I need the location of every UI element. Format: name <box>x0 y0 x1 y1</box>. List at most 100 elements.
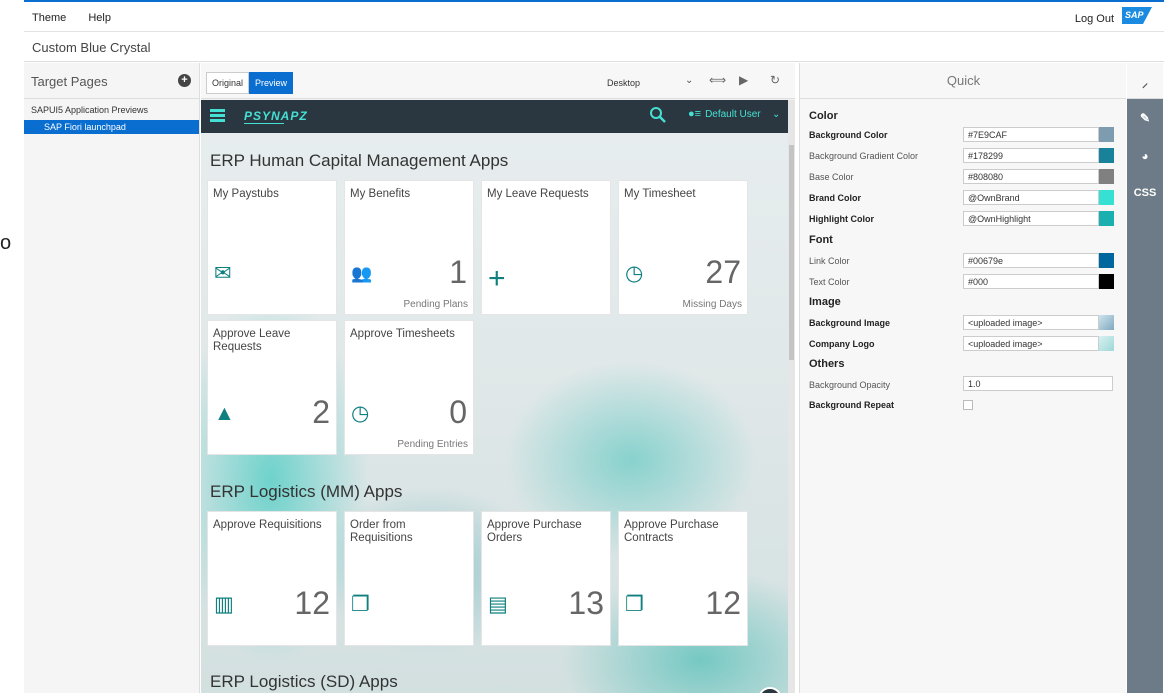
swatch-background-gradient-color[interactable] <box>1099 148 1114 163</box>
add-icon[interactable]: + <box>178 74 191 87</box>
tab-preview[interactable]: Preview <box>249 72 294 94</box>
swatch-background-color[interactable] <box>1099 127 1114 142</box>
expand-icon[interactable]: ⟺ <box>709 73 726 87</box>
css-tab[interactable]: CSS <box>1127 187 1163 199</box>
section-others: Others <box>809 358 845 370</box>
documents-icon: ❐ <box>625 593 644 616</box>
input-text-color[interactable]: #000 <box>963 274 1099 289</box>
user-menu[interactable]: ●≡ Default User <box>688 108 761 120</box>
tab-original[interactable]: Original <box>206 72 250 94</box>
image-thumbnail-icon[interactable] <box>1099 336 1114 351</box>
label-text-color: Text Color <box>809 277 850 287</box>
hamburger-icon[interactable] <box>210 109 225 122</box>
section-font: Font <box>809 234 833 246</box>
tile-number: 27 <box>705 254 741 290</box>
label-link-color: Link Color <box>809 256 850 266</box>
tile-number: 2 <box>312 394 330 430</box>
image-thumbnail-icon[interactable] <box>1099 315 1114 330</box>
tile-title: Approve Requisitions <box>213 519 322 531</box>
user-name: Default User <box>705 109 761 120</box>
input-background-opacity[interactable]: 1.0 <box>963 376 1113 391</box>
input-background-color[interactable]: #7E9CAF <box>963 127 1099 142</box>
logout-link[interactable]: Log Out <box>1075 13 1114 25</box>
tile-title: Order from Requisitions <box>350 519 413 544</box>
tile-approve-purchase-contracts[interactable]: Approve Purchase Contracts ❐ 12 <box>618 511 748 646</box>
launchpad-preview: PSYNAPZ ●≡ Default User ⌄ ERP Human Capit… <box>201 100 788 693</box>
tile-title: My Leave Requests <box>487 188 589 200</box>
tile-title: Approve Purchase Contracts <box>624 519 719 544</box>
input-background-gradient-color[interactable]: #178299 <box>963 148 1099 163</box>
tile-approve-leave-requests[interactable]: Approve Leave Requests ▲ 2 <box>207 320 337 455</box>
group-title-hcm: ERP Human Capital Management Apps <box>210 151 509 170</box>
tile-approve-purchase-orders[interactable]: Approve Purchase Orders ▤ 13 <box>481 511 611 646</box>
palette-icon[interactable]: ◕ <box>1127 149 1163 163</box>
swatch-text-color[interactable] <box>1099 274 1114 289</box>
target-item-fiori-launchpad[interactable]: SAP Fiori launchpad <box>24 120 199 134</box>
pencil-icon[interactable]: ✎ <box>1127 111 1163 125</box>
company-logo: PSYNAPZ <box>244 109 308 123</box>
tile-approve-timesheets[interactable]: Approve Timesheets ◷ 0 Pending Entries <box>344 320 474 455</box>
menu-bar: Theme Help <box>32 12 130 24</box>
add-icon: + <box>488 262 506 295</box>
label-background-color: Background Color <box>809 130 888 140</box>
swatch-highlight-color[interactable] <box>1099 211 1114 226</box>
theme-title-row: Custom Blue Crystal <box>24 32 1164 62</box>
chevron-down-icon[interactable]: ⌄ <box>772 109 780 120</box>
input-link-color[interactable]: #00679e <box>963 253 1099 268</box>
tile-title: My Timesheet <box>624 188 696 200</box>
menu-theme[interactable]: Theme <box>32 12 66 24</box>
section-image: Image <box>809 296 841 308</box>
timesheet-icon: ◷ <box>351 402 370 425</box>
sap-logo: SAP <box>1122 7 1152 24</box>
edit-icon[interactable]: ✎ <box>758 687 782 693</box>
barcode-icon: ▥ <box>214 593 234 616</box>
swatch-brand-color[interactable] <box>1099 190 1114 205</box>
theming-sidebar: ⸝ ✎ ◕ CSS <box>1127 63 1163 693</box>
timesheet-icon: ◷ <box>625 262 644 285</box>
device-select[interactable]: Desktop <box>607 78 640 88</box>
user-icon: ●≡ <box>688 108 702 120</box>
input-brand-color[interactable]: @OwnBrand <box>963 190 1099 205</box>
chevron-down-icon[interactable]: ⌄ <box>685 75 693 86</box>
play-icon[interactable]: ▶ <box>739 73 748 87</box>
tile-my-leave-requests[interactable]: My Leave Requests + <box>481 180 611 315</box>
target-pages-title: Target Pages <box>31 74 108 89</box>
tile-order-from-requisitions[interactable]: Order from Requisitions ❐ <box>344 511 474 646</box>
preview-scrollbar[interactable] <box>788 100 795 693</box>
input-highlight-color[interactable]: @OwnHighlight <box>963 211 1099 226</box>
tile-number: 12 <box>705 585 741 621</box>
theme-title: Custom Blue Crystal <box>32 40 151 55</box>
target-group-label: SAPUI5 Application Previews <box>31 105 149 115</box>
target-pages-header: Target Pages + <box>24 63 199 99</box>
paystub-icon: ✉ <box>214 262 232 285</box>
leave-icon: ▲ <box>214 402 235 425</box>
tile-title: Approve Purchase Orders <box>487 519 582 544</box>
purchase-order-icon: ▤ <box>488 593 508 616</box>
brush-icon[interactable]: ⸝ <box>1127 74 1163 91</box>
swatch-base-color[interactable] <box>1099 169 1114 184</box>
scrollbar-thumb[interactable] <box>789 145 794 360</box>
input-company-logo[interactable]: <uploaded image> <box>963 336 1099 351</box>
menu-help[interactable]: Help <box>88 12 111 24</box>
tile-my-benefits[interactable]: My Benefits 👥 1 Pending Plans <box>344 180 474 315</box>
input-base-color[interactable]: #808080 <box>963 169 1099 184</box>
swatch-link-color[interactable] <box>1099 253 1114 268</box>
group-title-mm: ERP Logistics (MM) Apps <box>210 482 403 501</box>
label-background-repeat: Background Repeat <box>809 400 895 410</box>
people-icon: 👥 <box>351 264 373 283</box>
checkbox-background-repeat[interactable] <box>963 400 973 410</box>
preview-toolbar: Original Preview Desktop ⌄ ⟺ ▶ ↻ <box>201 63 795 99</box>
tile-my-timesheet[interactable]: My Timesheet ◷ 27 Missing Days <box>618 180 748 315</box>
tile-my-paystubs[interactable]: My Paystubs ✉ <box>207 180 337 315</box>
tile-number: 0 <box>449 394 467 430</box>
tile-title: My Paystubs <box>213 188 279 200</box>
input-background-image[interactable]: <uploaded image> <box>963 315 1099 330</box>
label-background-gradient-color: Background Gradient Color <box>809 151 919 161</box>
search-icon[interactable] <box>649 106 667 124</box>
label-base-color: Base Color <box>809 172 854 182</box>
sidebar-top: ⸝ <box>1127 63 1163 99</box>
label-brand-color: Brand Color <box>809 193 862 203</box>
refresh-icon[interactable]: ↻ <box>770 73 780 87</box>
tile-approve-requisitions[interactable]: Approve Requisitions ▥ 12 <box>207 511 337 646</box>
tile-title: Approve Leave Requests <box>213 328 291 353</box>
